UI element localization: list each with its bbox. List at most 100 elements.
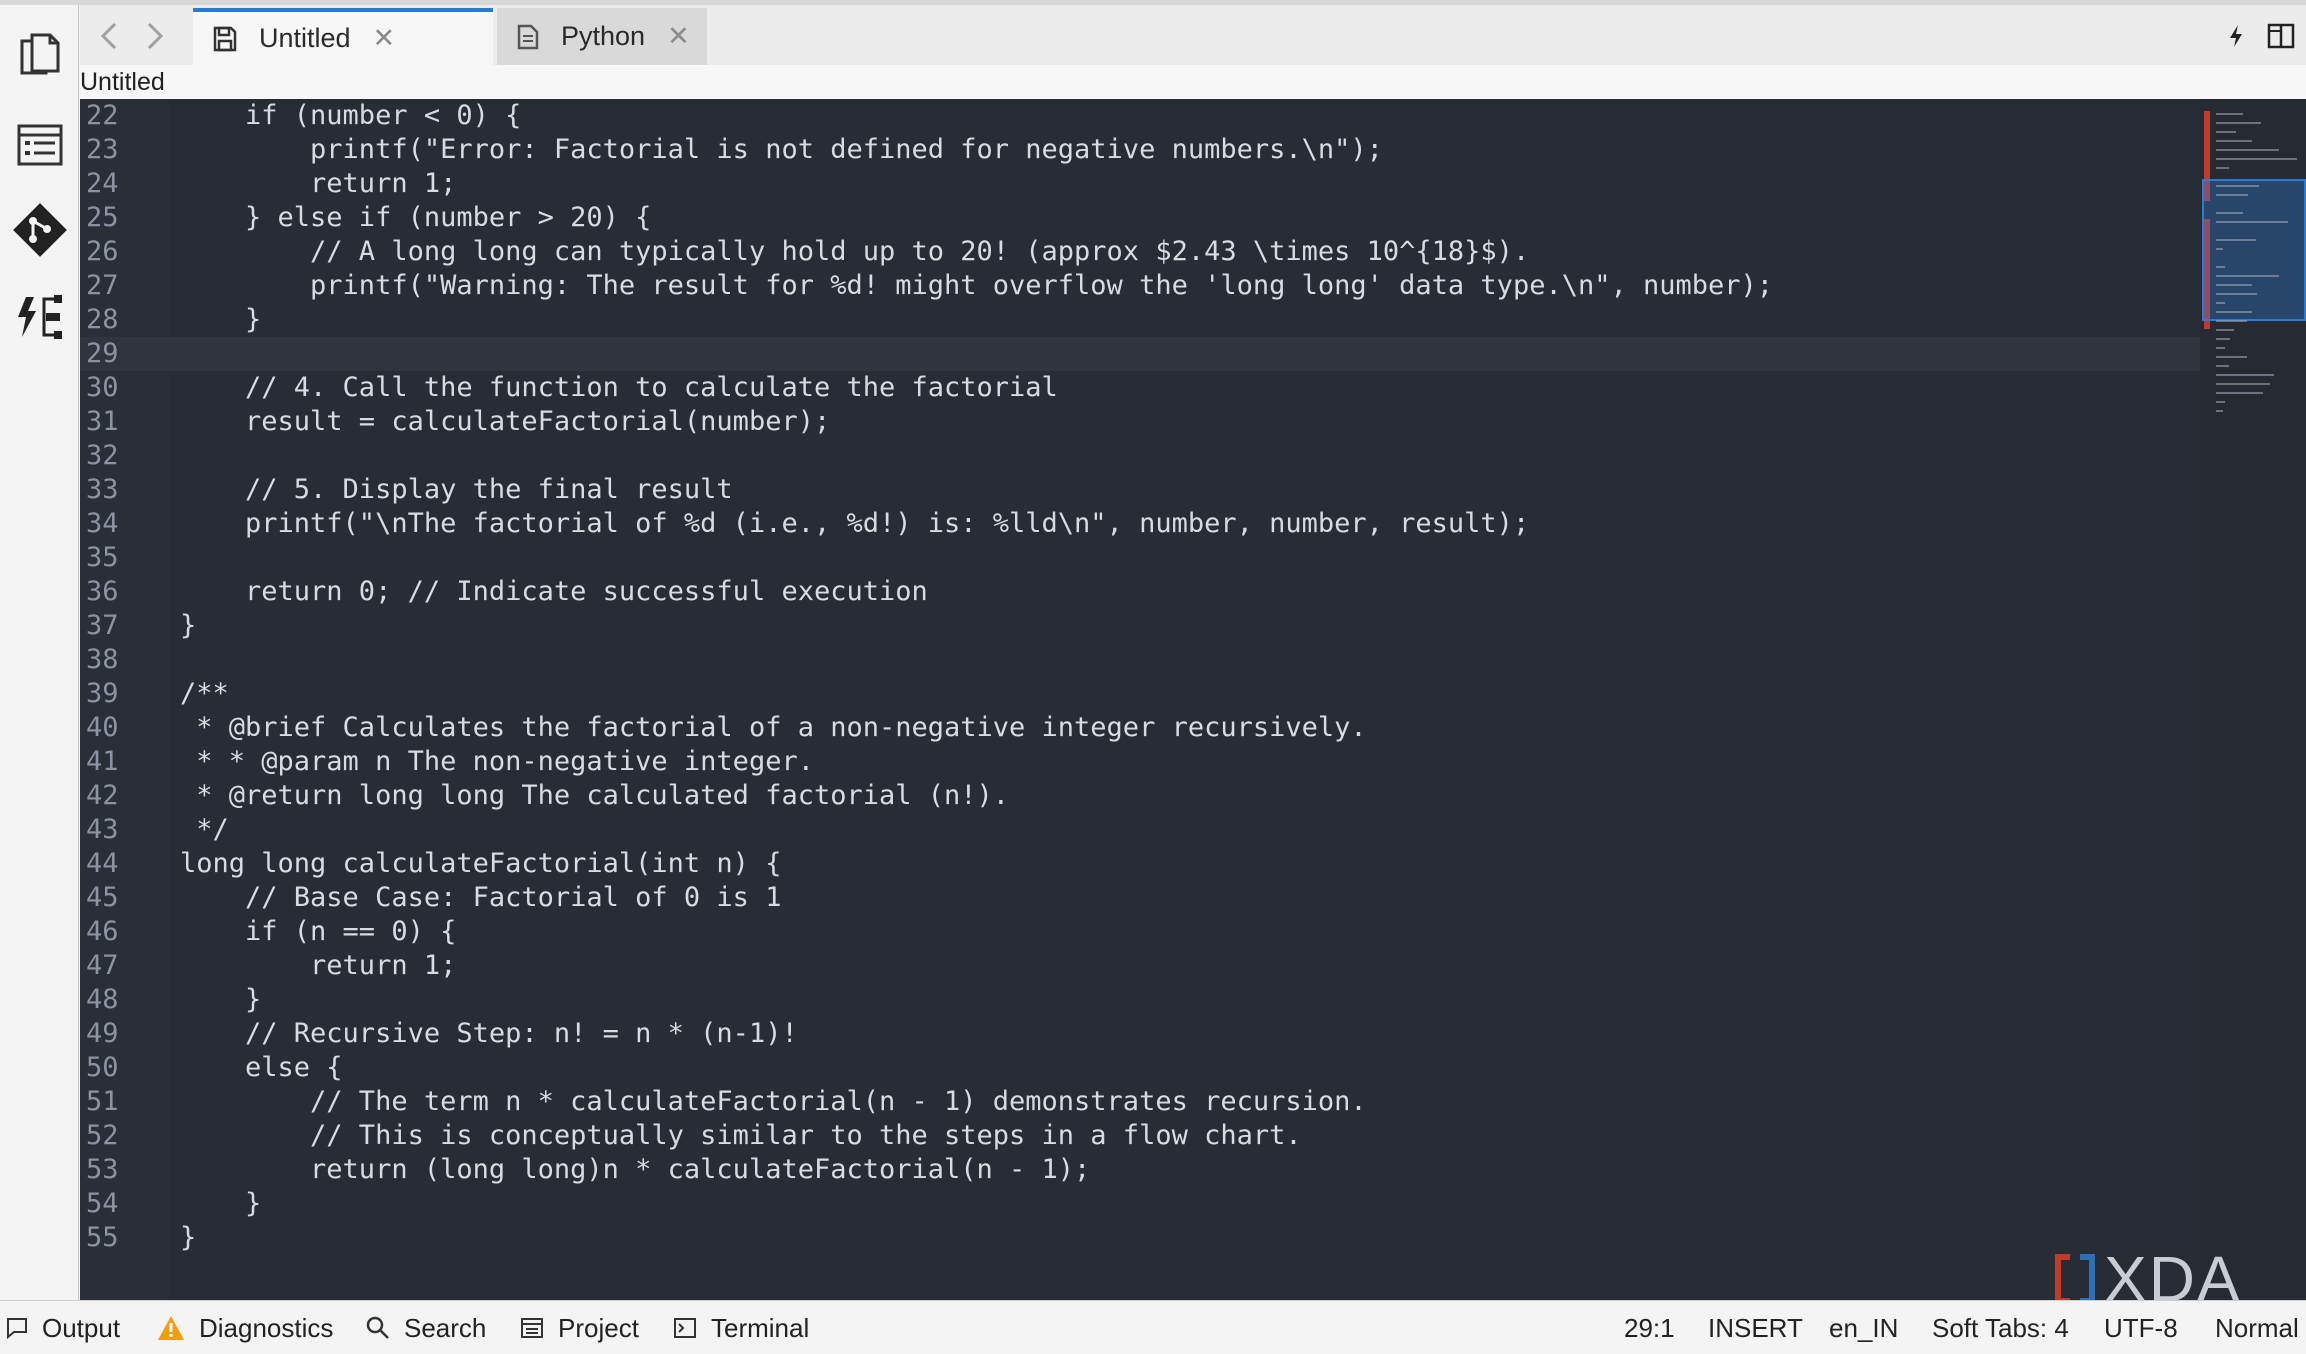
code-line[interactable]: 29 xyxy=(80,337,2200,371)
line-number: 33 xyxy=(86,474,119,505)
code-line[interactable]: 47 return 1; xyxy=(80,949,2200,983)
minimap[interactable] xyxy=(2200,99,2306,1300)
code-text[interactable]: } xyxy=(180,983,261,1017)
code-text[interactable]: return 0; // Indicate successful executi… xyxy=(180,575,928,609)
terminal-button[interactable]: Terminal xyxy=(673,1301,809,1354)
chevron-left-icon[interactable] xyxy=(86,13,132,59)
code-text[interactable]: // 5. Display the final result xyxy=(180,473,733,507)
tab-label: Python xyxy=(561,21,646,51)
code-text[interactable]: // Base Case: Factorial of 0 is 1 xyxy=(180,881,781,915)
code-text[interactable]: } xyxy=(180,1221,196,1255)
code-text[interactable]: * @brief Calculates the factorial of a n… xyxy=(180,711,1366,745)
flow-icon[interactable] xyxy=(0,277,79,357)
line-number: 35 xyxy=(86,542,119,573)
code-line[interactable]: 51 // The term n * calculateFactorial(n … xyxy=(80,1085,2200,1119)
minimap-line xyxy=(2216,122,2261,124)
code-line[interactable]: 37} xyxy=(80,609,2200,643)
code-text[interactable]: printf("\nThe factorial of %d (i.e., %d!… xyxy=(180,507,1529,541)
code-line[interactable]: 35 xyxy=(80,541,2200,575)
code-line[interactable]: 45 // Base Case: Factorial of 0 is 1 xyxy=(80,881,2200,915)
code-text[interactable]: } else if (number > 20) { xyxy=(180,201,651,235)
code-text[interactable]: return (long long)n * calculateFactorial… xyxy=(180,1153,1090,1187)
code-text[interactable]: // This is conceptually similar to the s… xyxy=(180,1119,1302,1153)
code-line[interactable]: 49 // Recursive Step: n! = n * (n-1)! xyxy=(80,1017,2200,1051)
code-text[interactable]: else { xyxy=(180,1051,343,1085)
code-line[interactable]: 38 xyxy=(80,643,2200,677)
code-text[interactable]: } xyxy=(180,1187,261,1221)
close-icon[interactable]: ✕ xyxy=(667,23,690,50)
code-line[interactable]: 46 if (n == 0) { xyxy=(80,915,2200,949)
code-line[interactable]: 31 result = calculateFactorial(number); xyxy=(80,405,2200,439)
code-text[interactable]: * @return long long The calculated facto… xyxy=(180,779,1009,813)
code-text[interactable]: if (n == 0) { xyxy=(180,915,456,949)
line-number: 41 xyxy=(86,746,119,777)
code-line[interactable]: 25 } else if (number > 20) { xyxy=(80,201,2200,235)
code-line[interactable]: 54 } xyxy=(80,1187,2200,1221)
code-line[interactable]: 42 * @return long long The calculated fa… xyxy=(80,779,2200,813)
code-line[interactable]: 41 * * @param n The non-negative integer… xyxy=(80,745,2200,779)
code-text[interactable]: printf("Warning: The result for %d! migh… xyxy=(180,269,1773,303)
code-text[interactable]: // Recursive Step: n! = n * (n-1)! xyxy=(180,1017,798,1051)
code-text[interactable]: printf("Error: Factorial is not defined … xyxy=(180,133,1383,167)
minimap-line xyxy=(2216,392,2263,394)
project-button[interactable]: Project xyxy=(520,1301,639,1354)
git-icon[interactable] xyxy=(0,190,79,270)
code-text[interactable]: // The term n * calculateFactorial(n - 1… xyxy=(180,1085,1367,1119)
language-selector[interactable]: en_IN xyxy=(1829,1301,1898,1354)
code-line[interactable]: 52 // This is conceptually similar to th… xyxy=(80,1119,2200,1153)
code-line[interactable]: 53 return (long long)n * calculateFactor… xyxy=(80,1153,2200,1187)
minimap-line xyxy=(2216,140,2252,142)
code-line[interactable]: 40 * @brief Calculates the factorial of … xyxy=(80,711,2200,745)
code-line[interactable]: 44 long long calculateFactorial(int n) { xyxy=(80,847,2200,881)
code-text[interactable]: */ xyxy=(180,813,229,847)
code-line[interactable]: 27 printf("Warning: The result for %d! m… xyxy=(80,269,2200,303)
code-line[interactable]: 30 // 4. Call the function to calculate … xyxy=(80,371,2200,405)
code-line[interactable]: 22 if (number < 0) { xyxy=(80,99,2200,133)
indent-selector[interactable]: Soft Tabs: 4 xyxy=(1932,1301,2069,1354)
output-button[interactable]: Output xyxy=(6,1301,120,1354)
document-icon xyxy=(517,24,539,50)
code-text[interactable]: // 4. Call the function to calculate the… xyxy=(180,371,1058,405)
view-mode[interactable]: Normal xyxy=(2215,1301,2299,1354)
code-line[interactable]: 23 printf("Error: Factorial is not defin… xyxy=(80,133,2200,167)
code-text[interactable]: } xyxy=(180,609,196,643)
code-text[interactable]: return 1; xyxy=(180,167,456,201)
line-number: 24 xyxy=(86,168,119,199)
code-line[interactable]: 33 // 5. Display the final result xyxy=(80,473,2200,507)
code-line[interactable]: 39 /** xyxy=(80,677,2200,711)
diagnostics-label: Diagnostics xyxy=(199,1312,334,1343)
code-line[interactable]: 43 */ xyxy=(80,813,2200,847)
tab-untitled[interactable]: Untitled ✕ xyxy=(193,8,493,65)
code-text[interactable]: * * @param n The non-negative integer. xyxy=(180,745,814,779)
close-icon[interactable]: ✕ xyxy=(373,25,396,52)
code-text[interactable]: return 1; xyxy=(180,949,456,983)
cursor-position[interactable]: 29:1 xyxy=(1624,1301,1675,1354)
code-line[interactable]: 26 // A long long can typically hold up … xyxy=(80,235,2200,269)
code-text[interactable]: /** xyxy=(180,677,229,711)
diagnostics-button[interactable]: Diagnostics xyxy=(157,1301,333,1354)
code-line[interactable]: 50 else { xyxy=(80,1051,2200,1085)
encoding-selector[interactable]: UTF-8 xyxy=(2104,1301,2178,1354)
code-line[interactable]: 48 } xyxy=(80,983,2200,1017)
lightning-icon[interactable] xyxy=(2219,19,2253,53)
code-text[interactable]: long long calculateFactorial(int n) { xyxy=(180,847,781,881)
files-icon[interactable] xyxy=(0,15,79,95)
outline-icon[interactable] xyxy=(0,105,79,185)
tab-python[interactable]: Python ✕ xyxy=(497,8,707,65)
code-text[interactable]: if (number < 0) { xyxy=(180,99,521,133)
minimap-viewport[interactable] xyxy=(2202,179,2306,321)
code-text[interactable]: result = calculateFactorial(number); xyxy=(180,405,830,439)
code-text[interactable]: } xyxy=(180,303,261,337)
code-line[interactable]: 32 xyxy=(80,439,2200,473)
code-line[interactable]: 55} xyxy=(80,1221,2200,1255)
code-line[interactable]: 28 } xyxy=(80,303,2200,337)
code-editor[interactable]: 22 if (number < 0) {23 printf("Error: Fa… xyxy=(80,99,2306,1300)
search-button[interactable]: Search xyxy=(366,1301,486,1354)
chevron-right-icon[interactable] xyxy=(132,13,178,59)
code-text[interactable]: // A long long can typically hold up to … xyxy=(180,235,1529,269)
code-line[interactable]: 24 return 1; xyxy=(80,167,2200,201)
split-view-icon[interactable] xyxy=(2264,19,2298,53)
code-line[interactable]: 34 printf("\nThe factorial of %d (i.e., … xyxy=(80,507,2200,541)
code-line[interactable]: 36 return 0; // Indicate successful exec… xyxy=(80,575,2200,609)
minimap-line xyxy=(2216,248,2224,250)
